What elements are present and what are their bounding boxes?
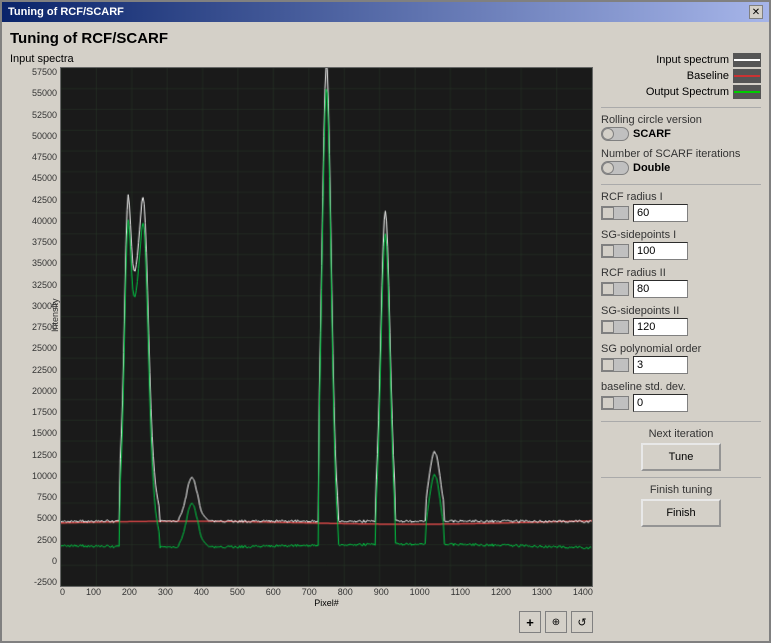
chart-wrapper: 57500 55000 52500 50000 47500 45000 4250… (10, 67, 593, 587)
zoom-fit-button[interactable]: ⊕ (545, 611, 567, 633)
rcf-radius-i-spin[interactable] (601, 206, 629, 220)
baseline-std-dev-control: baseline std. dev. (601, 381, 761, 412)
toggle-knob (602, 128, 614, 140)
sg-sidepoints-ii-spin[interactable] (601, 320, 629, 334)
sg-polynomial-order-label: SG polynomial order (601, 343, 761, 355)
rolling-circle-inner: SCARF (601, 127, 761, 141)
rcf-radius-i-knob (602, 207, 614, 219)
toggle-knob-2 (602, 162, 614, 174)
x-axis-label: Pixel# (60, 598, 593, 608)
x-axis: 0 100 200 300 400 500 600 700 800 900 10… (10, 587, 593, 608)
separator-2 (601, 184, 761, 185)
sg-sidepoints-ii-control: SG-sidepoints II (601, 305, 761, 336)
rolling-circle-control: Rolling circle version SCARF (601, 114, 761, 141)
sg-sidepoints-i-knob (602, 245, 614, 257)
baseline-std-dev-input[interactable] (633, 394, 688, 412)
body-area: Input spectra 57500 55000 52500 50000 47… (10, 53, 761, 633)
sg-sidepoints-i-input[interactable] (633, 242, 688, 260)
scarf-iterations-toggle[interactable] (601, 161, 629, 175)
rcf-radius-ii-control: RCF radius II (601, 267, 761, 298)
sg-sidepoints-i-input-group (601, 242, 761, 260)
close-button[interactable]: ✕ (749, 5, 763, 19)
titlebar: Tuning of RCF/SCARF ✕ (2, 2, 769, 22)
rcf-radius-i-label: RCF radius I (601, 191, 761, 203)
baseline-std-dev-spin[interactable] (601, 396, 629, 410)
legend-input-spectrum: Input spectrum (601, 53, 761, 67)
zoom-in-button[interactable]: + (519, 611, 541, 633)
rcf-radius-ii-input[interactable] (633, 280, 688, 298)
baseline-std-dev-knob (602, 397, 614, 409)
window-title: Tuning of RCF/SCARF (8, 6, 124, 18)
sg-polynomial-order-control: SG polynomial order (601, 343, 761, 374)
baseline-std-dev-label: baseline std. dev. (601, 381, 761, 393)
legend-input-spectrum-icon (733, 53, 761, 67)
y-axis-label: Intensity (50, 298, 60, 332)
rcf-radius-ii-label: RCF radius II (601, 267, 761, 279)
baseline-std-dev-input-group (601, 394, 761, 412)
bottom-icons: + ⊕ ↺ (10, 611, 593, 633)
content-area: Tuning of RCF/SCARF Input spectra 57500 … (2, 22, 769, 641)
rcf-radius-i-input[interactable] (633, 204, 688, 222)
legend-baseline: Baseline (601, 69, 761, 83)
chart-area: Input spectra 57500 55000 52500 50000 47… (10, 53, 593, 633)
rolling-circle-value: SCARF (633, 128, 671, 140)
right-panel: Input spectrum Baseline Output Spectrum (601, 53, 761, 633)
separator-1 (601, 107, 761, 108)
legend-baseline-icon (733, 69, 761, 83)
legend-output-spectrum-label: Output Spectrum (646, 86, 729, 98)
rcf-radius-ii-spin[interactable] (601, 282, 629, 296)
finish-tuning-label: Finish tuning (601, 484, 761, 496)
legend-output-spectrum: Output Spectrum (601, 85, 761, 99)
finish-button[interactable]: Finish (641, 499, 721, 527)
main-window: Tuning of RCF/SCARF ✕ Tuning of RCF/SCAR… (0, 0, 771, 643)
sg-sidepoints-i-label: SG-sidepoints I (601, 229, 761, 241)
rcf-radius-i-input-group (601, 204, 761, 222)
scarf-iterations-inner: Double (601, 161, 761, 175)
tune-section: Next iteration Tune (601, 428, 761, 471)
scarf-iterations-value: Double (633, 162, 670, 174)
legend-input-spectrum-label: Input spectrum (656, 54, 729, 66)
sg-polynomial-order-knob (602, 359, 614, 371)
sg-sidepoints-ii-label: SG-sidepoints II (601, 305, 761, 317)
sg-sidepoints-i-control: SG-sidepoints I (601, 229, 761, 260)
rcf-radius-i-control: RCF radius I (601, 191, 761, 222)
rcf-radius-ii-knob (602, 283, 614, 295)
sg-sidepoints-ii-knob (602, 321, 614, 333)
next-iteration-label: Next iteration (601, 428, 761, 440)
legend: Input spectrum Baseline Output Spectrum (601, 53, 761, 101)
sg-polynomial-order-input-group (601, 356, 761, 374)
page-title: Tuning of RCF/SCARF (10, 30, 761, 47)
main-chart[interactable] (60, 67, 593, 587)
sg-sidepoints-ii-input-group (601, 318, 761, 336)
finish-section: Finish tuning Finish (601, 484, 761, 527)
sg-polynomial-order-input[interactable] (633, 356, 688, 374)
reset-button[interactable]: ↺ (571, 611, 593, 633)
chart-top-label: Input spectra (10, 53, 593, 65)
legend-baseline-label: Baseline (687, 70, 729, 82)
scarf-iterations-control: Number of SCARF iterations Double (601, 148, 761, 175)
sg-sidepoints-ii-input[interactable] (633, 318, 688, 336)
rcf-radius-ii-input-group (601, 280, 761, 298)
separator-3 (601, 421, 761, 422)
sg-sidepoints-i-spin[interactable] (601, 244, 629, 258)
legend-output-spectrum-icon (733, 85, 761, 99)
sg-polynomial-order-spin[interactable] (601, 358, 629, 372)
rolling-circle-label: Rolling circle version (601, 114, 761, 126)
rolling-circle-toggle[interactable] (601, 127, 629, 141)
tune-button[interactable]: Tune (641, 443, 721, 471)
separator-4 (601, 477, 761, 478)
scarf-iterations-label: Number of SCARF iterations (601, 148, 761, 160)
